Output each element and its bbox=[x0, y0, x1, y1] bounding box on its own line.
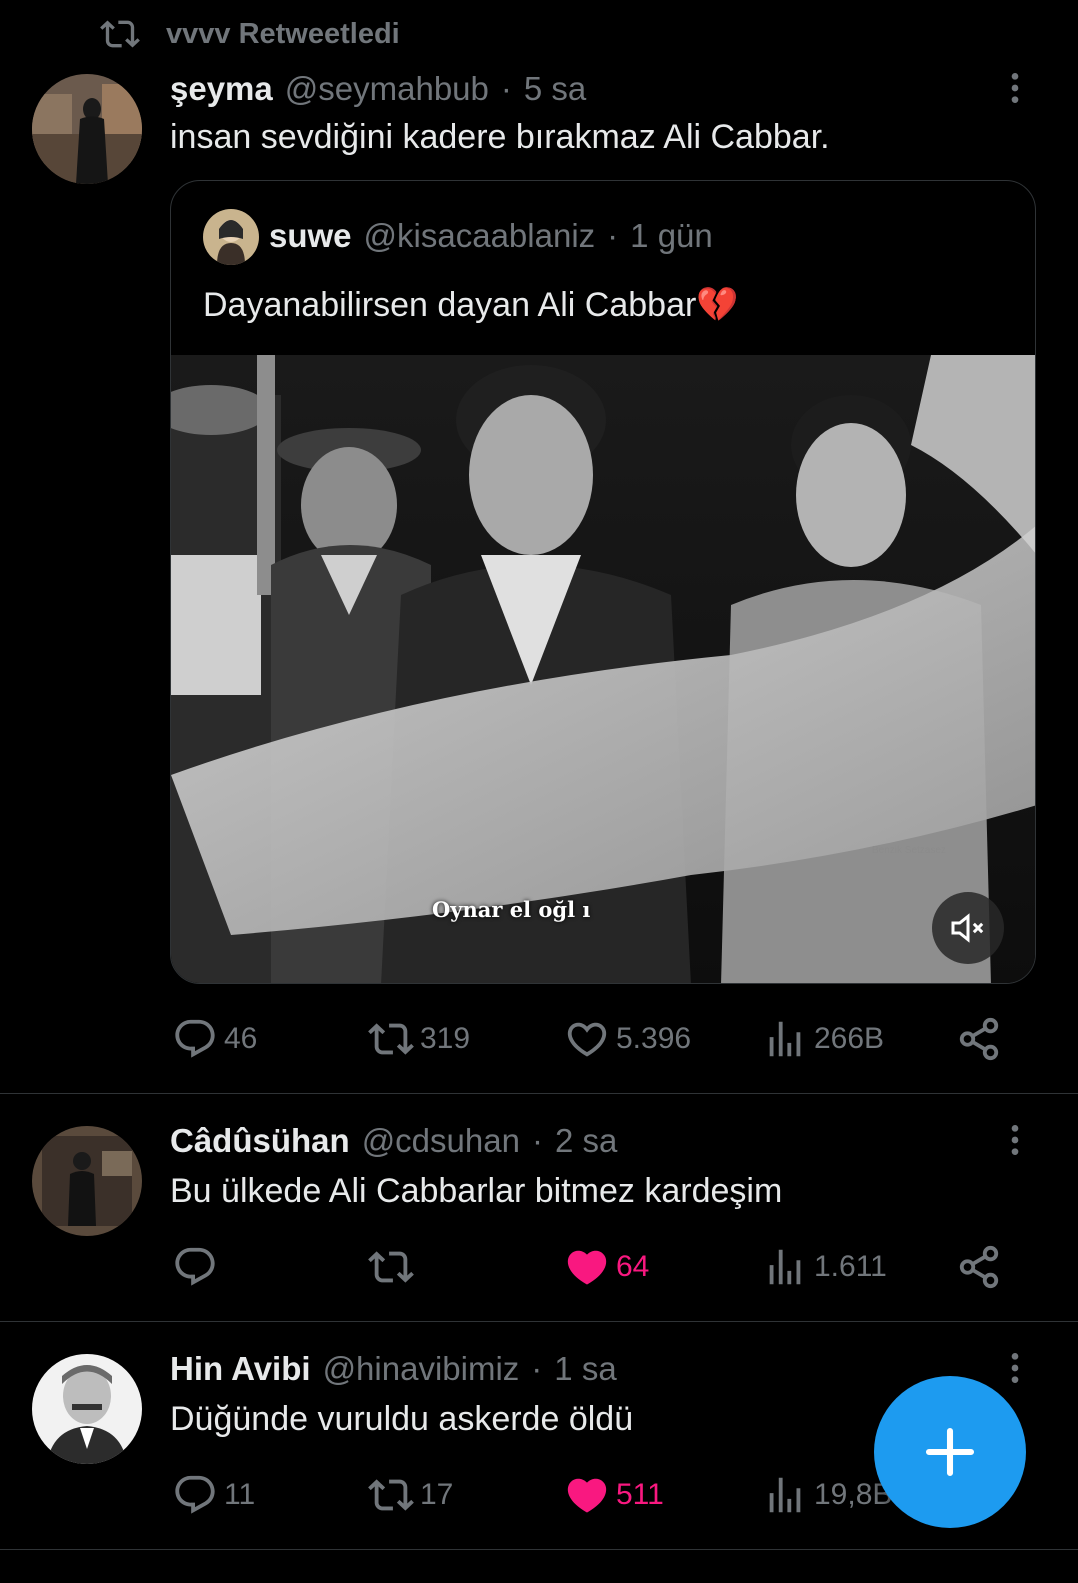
share-icon bbox=[956, 1244, 1002, 1290]
compose-icon bbox=[925, 1427, 975, 1477]
retweet-icon bbox=[368, 1472, 414, 1518]
like-count: 511 bbox=[616, 1478, 664, 1511]
retweet-button[interactable]: 17 bbox=[368, 1472, 453, 1518]
like-count: 5.396 bbox=[616, 1022, 692, 1055]
avatar-image bbox=[32, 74, 142, 184]
reply-display-name[interactable]: Hin Avibi bbox=[170, 1350, 311, 1388]
views-icon bbox=[762, 1244, 808, 1290]
views-count: 266B bbox=[814, 1022, 885, 1055]
quote-header: suwe @kisacaablaniz · 1 gün bbox=[269, 217, 713, 255]
retweet-count: 17 bbox=[420, 1478, 454, 1511]
divider bbox=[0, 1321, 1078, 1322]
retweet-banner[interactable]: vvvv Retweetledi bbox=[100, 14, 400, 54]
mute-icon bbox=[951, 913, 984, 943]
more-icon[interactable] bbox=[995, 1120, 1035, 1160]
reply-text: Düğünde vuruldu askerde öldü bbox=[170, 1400, 634, 1438]
video-player[interactable] bbox=[171, 355, 1035, 983]
reply-display-name[interactable]: Câdûsühan bbox=[170, 1122, 350, 1160]
quote-tweet[interactable]: suwe @kisacaablaniz · 1 gün Dayanabilirs… bbox=[170, 180, 1036, 984]
quote-display-name: suwe bbox=[269, 217, 352, 254]
quote-timestamp: 1 gün bbox=[630, 217, 713, 254]
user-handle[interactable]: @seymahbub bbox=[285, 70, 489, 108]
compose-button[interactable] bbox=[874, 1376, 1026, 1528]
views-button[interactable]: 19,8B bbox=[762, 1472, 892, 1518]
reply-icon bbox=[172, 1472, 218, 1518]
mute-button[interactable] bbox=[932, 892, 1004, 964]
reply-user-handle[interactable]: @hinavibimiz bbox=[323, 1350, 520, 1388]
views-icon bbox=[762, 1016, 808, 1062]
reply-separator-dot: · bbox=[531, 1350, 543, 1387]
display-name[interactable]: şeyma bbox=[170, 70, 273, 108]
divider bbox=[0, 1093, 1078, 1094]
video-watermark: Benzik Setzasez bbox=[872, 845, 946, 856]
quote-avatar[interactable] bbox=[203, 209, 259, 265]
retweet-icon bbox=[368, 1244, 414, 1290]
retweet-icon bbox=[368, 1016, 414, 1062]
more-icon[interactable] bbox=[995, 1348, 1035, 1388]
divider bbox=[0, 1549, 1078, 1550]
reply-avatar-image bbox=[32, 1354, 142, 1464]
tweet-header: şeyma @seymahbub · 5 sa bbox=[170, 70, 586, 108]
tweet-text: insan sevdiğini kadere bırakmaz Ali Cabb… bbox=[170, 118, 830, 156]
like-filled-icon bbox=[564, 1472, 610, 1518]
reply-text: Bu ülkede Ali Cabbarlar bitmez kardeşim bbox=[170, 1172, 783, 1210]
quote-user-handle: @kisacaablaniz bbox=[363, 217, 596, 254]
reply-header: Câdûsühan @cdsuhan · 2 sa bbox=[170, 1122, 617, 1160]
views-button[interactable]: 1.611 bbox=[762, 1244, 887, 1290]
reply-button[interactable]: 11 bbox=[172, 1472, 255, 1518]
like-button[interactable]: 5.396 bbox=[564, 1016, 691, 1062]
reply-button[interactable] bbox=[172, 1244, 224, 1290]
separator-dot: · bbox=[500, 70, 512, 107]
like-filled-icon bbox=[564, 1244, 610, 1290]
share-icon bbox=[956, 1016, 1002, 1062]
reply-header: Hin Avibi @hinavibimiz · 1 sa bbox=[170, 1350, 617, 1388]
reply-timestamp[interactable]: 2 sa bbox=[555, 1122, 617, 1160]
like-button[interactable]: 511 bbox=[564, 1472, 664, 1518]
video-frame bbox=[171, 355, 1035, 983]
avatar[interactable] bbox=[32, 74, 142, 184]
share-button[interactable] bbox=[956, 1016, 1002, 1062]
like-icon bbox=[564, 1016, 610, 1062]
like-button[interactable]: 64 bbox=[564, 1244, 649, 1290]
retweet-button[interactable]: 319 bbox=[368, 1016, 470, 1062]
retweet-banner-label: vvvv Retweetledi bbox=[166, 17, 400, 50]
reply-button[interactable]: 46 bbox=[172, 1016, 257, 1062]
reply-avatar[interactable] bbox=[32, 1354, 142, 1464]
retweet-button[interactable] bbox=[368, 1244, 420, 1290]
quote-separator-dot: · bbox=[607, 217, 619, 254]
reply-avatar-image bbox=[32, 1126, 142, 1236]
video-subtitle: Oynar el oğl ı bbox=[432, 897, 591, 922]
retweet-icon bbox=[100, 14, 140, 54]
reply-count: 11 bbox=[224, 1478, 256, 1511]
quote-text-body: Dayanabilirsen dayan Ali Cabbar bbox=[203, 286, 697, 324]
broken-heart-emoji: 💔 bbox=[696, 286, 739, 324]
retweet-count: 319 bbox=[420, 1022, 471, 1055]
reply-icon bbox=[172, 1244, 218, 1290]
reply-icon bbox=[172, 1016, 218, 1062]
views-icon bbox=[762, 1472, 808, 1518]
reply-timestamp[interactable]: 1 sa bbox=[554, 1350, 616, 1388]
like-count: 64 bbox=[616, 1250, 650, 1283]
share-button[interactable] bbox=[956, 1244, 1002, 1290]
views-count: 1.611 bbox=[814, 1250, 887, 1283]
views-button[interactable]: 266B bbox=[762, 1016, 884, 1062]
reply-separator-dot: · bbox=[531, 1122, 543, 1159]
quote-avatar-image bbox=[203, 209, 259, 265]
reply-avatar[interactable] bbox=[32, 1126, 142, 1236]
timestamp[interactable]: 5 sa bbox=[524, 70, 586, 108]
quote-text: Dayanabilirsen dayan Ali Cabbar💔 bbox=[203, 285, 739, 325]
reply-count: 46 bbox=[224, 1022, 258, 1055]
reply-user-handle[interactable]: @cdsuhan bbox=[362, 1122, 520, 1160]
more-icon[interactable] bbox=[995, 68, 1035, 108]
